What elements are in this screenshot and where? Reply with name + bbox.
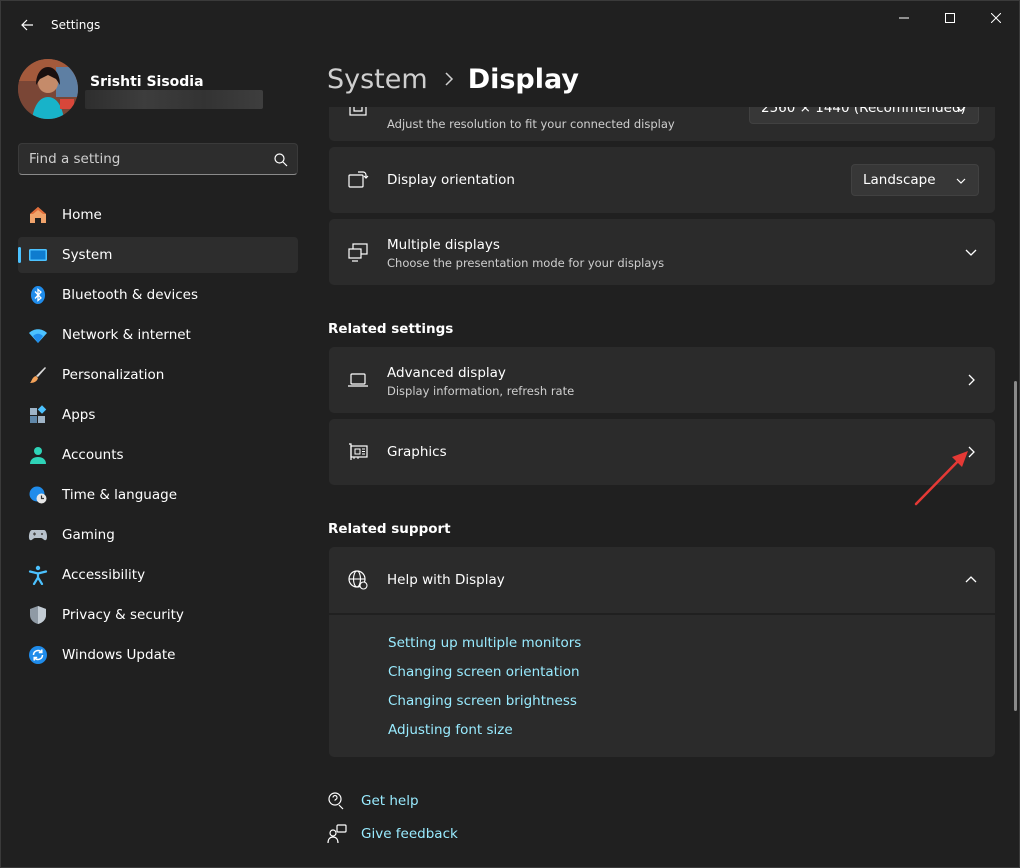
sidebar-item-accessibility[interactable]: Accessibility: [18, 557, 298, 593]
globe-clock-icon: [28, 485, 48, 505]
home-icon: [28, 205, 48, 225]
help-icon: [328, 792, 344, 810]
advanced-display-title: Advanced display: [387, 365, 506, 381]
chevron-down-icon: [956, 178, 966, 184]
help-link-multiple-monitors[interactable]: Setting up multiple monitors: [388, 635, 581, 651]
search-icon[interactable]: [273, 152, 289, 168]
get-help-link[interactable]: Get help: [361, 793, 419, 809]
advanced-display-subtitle: Display information, refresh rate: [387, 384, 575, 398]
laptop-icon: [347, 369, 369, 391]
graphics-card-icon: [347, 441, 369, 463]
sidebar-nav: Home System Bluetooth & devices Network …: [18, 197, 298, 677]
sidebar-item-gaming[interactable]: Gaming: [18, 517, 298, 553]
related-support-heading: Related support: [328, 521, 451, 537]
help-link-screen-brightness[interactable]: Changing screen brightness: [388, 693, 577, 709]
content-scroll-area: Adjust the resolution to fit your connec…: [327, 107, 997, 867]
search-input[interactable]: [29, 150, 259, 168]
sidebar-item-home[interactable]: Home: [18, 197, 298, 233]
gamepad-icon: [28, 525, 48, 545]
sidebar-item-bluetooth[interactable]: Bluetooth & devices: [18, 277, 298, 313]
shield-icon: [28, 605, 48, 625]
sidebar-item-personalization[interactable]: Personalization: [18, 357, 298, 393]
multiple-displays-card[interactable]: Multiple displays Choose the presentatio…: [329, 219, 995, 285]
give-feedback-link[interactable]: Give feedback: [361, 826, 458, 842]
brush-icon: [28, 365, 48, 385]
chevron-down-icon: [956, 107, 966, 112]
sidebar-item-system[interactable]: System: [18, 237, 298, 273]
sidebar-item-network[interactable]: Network & internet: [18, 317, 298, 353]
help-link-font-size[interactable]: Adjusting font size: [388, 722, 513, 738]
related-settings-heading: Related settings: [328, 321, 454, 337]
close-icon: [991, 13, 1001, 23]
chevron-right-icon[interactable]: [965, 374, 977, 386]
feedback-icon: [327, 824, 347, 844]
chevron-down-icon[interactable]: [965, 246, 977, 258]
help-with-display-card[interactable]: Help with Display: [329, 547, 995, 613]
avatar: [18, 59, 78, 119]
breadcrumb: System Display: [327, 59, 579, 99]
title-bar: Settings: [1, 1, 1019, 49]
globe-icon: [347, 569, 369, 591]
maximize-button[interactable]: [927, 1, 973, 35]
graphics-card[interactable]: Graphics: [329, 419, 995, 485]
scrollbar[interactable]: [1014, 381, 1017, 711]
graphics-title: Graphics: [387, 444, 447, 460]
multiple-displays-subtitle: Choose the presentation mode for your di…: [387, 256, 665, 270]
sidebar-item-time-language[interactable]: Time & language: [18, 477, 298, 513]
back-button[interactable]: [13, 11, 41, 39]
advanced-display-card[interactable]: Advanced display Display information, re…: [329, 347, 995, 413]
monitor-icon: [28, 245, 48, 265]
user-email-redacted: [85, 90, 263, 109]
maximize-icon: [945, 13, 955, 23]
resolution-value: 2560 × 1440 (Recommended): [761, 107, 966, 116]
page-title: Display: [467, 63, 579, 95]
close-button[interactable]: [973, 1, 1019, 35]
orientation-dropdown[interactable]: Landscape: [851, 164, 979, 196]
user-name: Srishti Sisodia: [90, 74, 204, 90]
multiple-displays-title: Multiple displays: [387, 237, 500, 253]
person-icon: [28, 445, 48, 465]
annotation-arrow-icon: [914, 451, 968, 506]
chevron-up-icon[interactable]: [965, 574, 977, 586]
help-links-panel: Setting up multiple monitors Changing sc…: [329, 615, 995, 757]
sidebar-item-apps[interactable]: Apps: [18, 397, 298, 433]
breadcrumb-parent[interactable]: System: [327, 64, 428, 95]
sidebar-item-privacy[interactable]: Privacy & security: [18, 597, 298, 633]
app-title: Settings: [51, 18, 101, 32]
orientation-icon: [347, 169, 369, 191]
update-icon: [28, 645, 48, 665]
display-orientation-card: Display orientation Landscape: [329, 147, 995, 213]
back-arrow-icon: [21, 19, 33, 31]
search-box[interactable]: [18, 143, 298, 175]
help-link-screen-orientation[interactable]: Changing screen orientation: [388, 664, 580, 680]
apps-icon: [28, 405, 48, 425]
orientation-title: Display orientation: [387, 172, 515, 188]
wifi-icon: [28, 325, 48, 345]
help-with-display-title: Help with Display: [387, 572, 505, 588]
chevron-right-icon: [444, 72, 454, 86]
minimize-icon: [899, 17, 909, 19]
settings-window: Settings Srishti Sisodia Find a setting …: [0, 0, 1020, 868]
minimize-button[interactable]: [881, 1, 927, 35]
display-resolution-card: Adjust the resolution to fit your connec…: [329, 107, 995, 141]
accessibility-icon: [28, 565, 48, 585]
resolution-dropdown[interactable]: 2560 × 1440 (Recommended): [749, 107, 979, 124]
orientation-value: Landscape: [863, 172, 936, 188]
sidebar-item-accounts[interactable]: Accounts: [18, 437, 298, 473]
multiple-displays-icon: [347, 241, 369, 263]
bluetooth-icon: [28, 285, 48, 305]
sidebar-item-windows-update[interactable]: Windows Update: [18, 637, 298, 673]
resolution-icon: [347, 107, 369, 119]
resolution-subtitle: Adjust the resolution to fit your connec…: [387, 117, 675, 131]
